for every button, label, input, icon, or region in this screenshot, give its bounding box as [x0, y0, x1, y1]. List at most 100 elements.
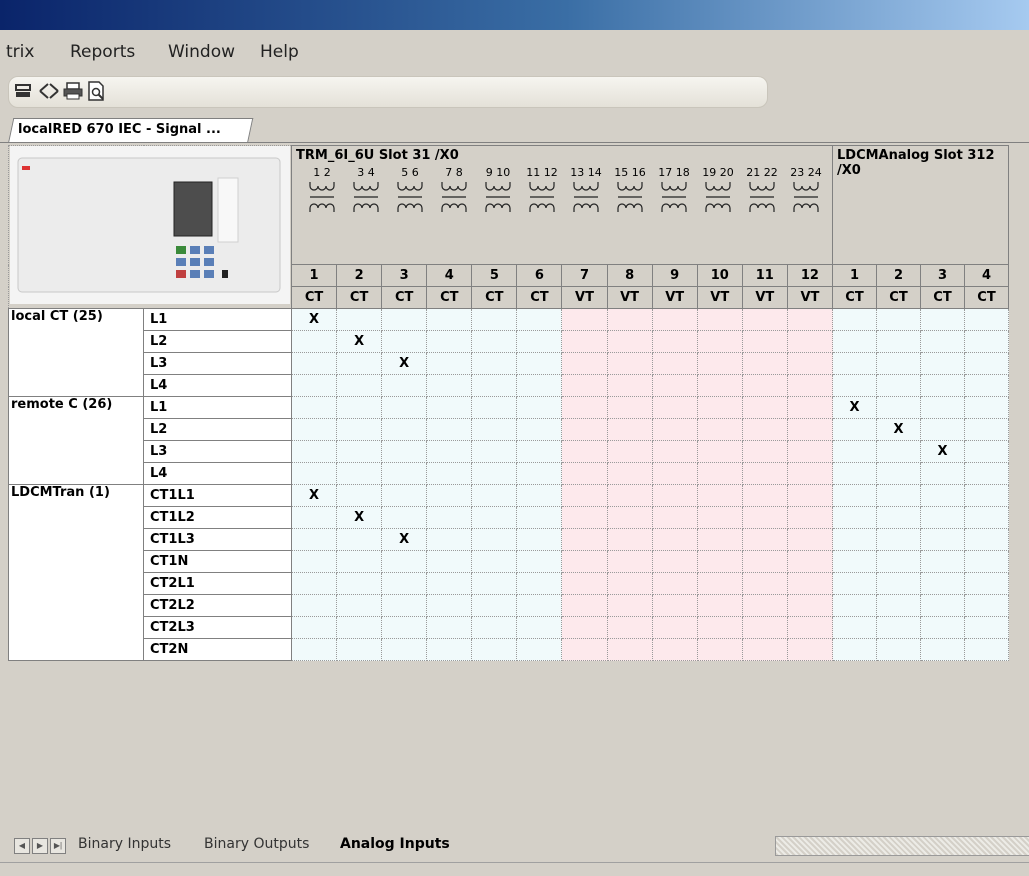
- tab-binary-inputs[interactable]: Binary Inputs: [78, 836, 171, 852]
- matrix-cell[interactable]: [336, 528, 383, 551]
- matrix-cell[interactable]: [832, 330, 877, 353]
- matrix-cell[interactable]: [651, 440, 698, 463]
- matrix-cell[interactable]: [964, 506, 1009, 529]
- matrix-cell[interactable]: [696, 330, 743, 353]
- matrix-cell[interactable]: [964, 638, 1009, 661]
- matrix-cell[interactable]: [336, 550, 383, 573]
- matrix-cell[interactable]: [381, 418, 428, 441]
- matrix-cell[interactable]: [651, 528, 698, 551]
- matrix-cell[interactable]: [964, 396, 1009, 419]
- matrix-cell[interactable]: [741, 440, 788, 463]
- matrix-cell[interactable]: [696, 528, 743, 551]
- matrix-cell[interactable]: [516, 528, 563, 551]
- matrix-cell[interactable]: [561, 374, 608, 397]
- matrix-cell[interactable]: [741, 308, 788, 331]
- matrix-cell[interactable]: [786, 374, 834, 397]
- matrix-cell[interactable]: X: [381, 528, 428, 551]
- matrix-cell[interactable]: [920, 308, 965, 331]
- matrix-cell[interactable]: [561, 594, 608, 617]
- matrix-cell[interactable]: [381, 374, 428, 397]
- matrix-cell[interactable]: [651, 374, 698, 397]
- matrix-cell[interactable]: [471, 638, 518, 661]
- matrix-cell[interactable]: [741, 352, 788, 375]
- matrix-cell[interactable]: [471, 572, 518, 595]
- matrix-cell[interactable]: [471, 506, 518, 529]
- matrix-cell[interactable]: [832, 616, 877, 639]
- matrix-cell[interactable]: [290, 462, 338, 485]
- next-sheet-icon[interactable]: ▶: [32, 838, 48, 854]
- matrix-cell[interactable]: [471, 484, 518, 507]
- matrix-cell[interactable]: [561, 572, 608, 595]
- matrix-cell[interactable]: [290, 506, 338, 529]
- matrix-cell[interactable]: [964, 572, 1009, 595]
- matrix-cell[interactable]: [696, 594, 743, 617]
- matrix-cell[interactable]: [426, 572, 473, 595]
- matrix-cell[interactable]: [964, 330, 1009, 353]
- matrix-cell[interactable]: [381, 440, 428, 463]
- matrix-cell[interactable]: [741, 594, 788, 617]
- matrix-cell[interactable]: [336, 594, 383, 617]
- matrix-cell[interactable]: X: [832, 396, 877, 419]
- matrix-cell[interactable]: [606, 330, 653, 353]
- matrix-cell[interactable]: [876, 462, 921, 485]
- matrix-cell[interactable]: [381, 550, 428, 573]
- matrix-cell[interactable]: [696, 616, 743, 639]
- matrix-cell[interactable]: [876, 396, 921, 419]
- matrix-cell[interactable]: [696, 506, 743, 529]
- matrix-cell[interactable]: [516, 396, 563, 419]
- matrix-cell[interactable]: [606, 418, 653, 441]
- matrix-cell[interactable]: [561, 528, 608, 551]
- matrix-cell[interactable]: [471, 550, 518, 573]
- matrix-cell[interactable]: [561, 308, 608, 331]
- matrix-cell[interactable]: [741, 506, 788, 529]
- matrix-cell[interactable]: [381, 330, 428, 353]
- matrix-cell[interactable]: [786, 330, 834, 353]
- menu-help[interactable]: Help: [260, 42, 299, 62]
- matrix-cell[interactable]: [426, 396, 473, 419]
- matrix-cell[interactable]: [471, 440, 518, 463]
- matrix-cell[interactable]: [606, 396, 653, 419]
- matrix-cell[interactable]: [471, 528, 518, 551]
- matrix-cell[interactable]: [516, 440, 563, 463]
- matrix-cell[interactable]: [832, 638, 877, 661]
- matrix-cell[interactable]: [964, 418, 1009, 441]
- matrix-cell[interactable]: [290, 440, 338, 463]
- matrix-cell[interactable]: [920, 396, 965, 419]
- matrix-cell[interactable]: [832, 308, 877, 331]
- matrix-cell[interactable]: [832, 352, 877, 375]
- copy-icon[interactable]: [14, 81, 36, 101]
- matrix-cell[interactable]: [964, 374, 1009, 397]
- matrix-cell[interactable]: [381, 484, 428, 507]
- matrix-cell[interactable]: [832, 418, 877, 441]
- horizontal-scrollbar[interactable]: [775, 836, 1029, 856]
- matrix-cell[interactable]: [471, 396, 518, 419]
- matrix-cell[interactable]: [920, 572, 965, 595]
- matrix-cell[interactable]: [426, 330, 473, 353]
- matrix-cell[interactable]: [651, 462, 698, 485]
- matrix-cell[interactable]: [741, 550, 788, 573]
- matrix-cell[interactable]: [290, 374, 338, 397]
- matrix-cell[interactable]: [606, 374, 653, 397]
- matrix-cell[interactable]: [290, 396, 338, 419]
- matrix-cell[interactable]: [561, 440, 608, 463]
- matrix-cell[interactable]: [606, 594, 653, 617]
- matrix-cell[interactable]: [920, 330, 965, 353]
- matrix-cell[interactable]: [471, 374, 518, 397]
- matrix-cell[interactable]: [964, 550, 1009, 573]
- matrix-cell[interactable]: [561, 330, 608, 353]
- matrix-cell[interactable]: [516, 308, 563, 331]
- matrix-cell[interactable]: [336, 396, 383, 419]
- matrix-cell[interactable]: [832, 462, 877, 485]
- matrix-cell[interactable]: [876, 594, 921, 617]
- menu-reports[interactable]: Reports: [70, 42, 135, 62]
- matrix-cell[interactable]: [336, 418, 383, 441]
- matrix-cell[interactable]: [920, 374, 965, 397]
- matrix-cell[interactable]: [516, 352, 563, 375]
- matrix-cell[interactable]: [561, 616, 608, 639]
- matrix-cell[interactable]: [336, 308, 383, 331]
- matrix-cell[interactable]: [876, 374, 921, 397]
- matrix-cell[interactable]: [426, 484, 473, 507]
- print-icon[interactable]: [62, 81, 84, 101]
- matrix-cell[interactable]: [426, 550, 473, 573]
- matrix-cell[interactable]: [426, 440, 473, 463]
